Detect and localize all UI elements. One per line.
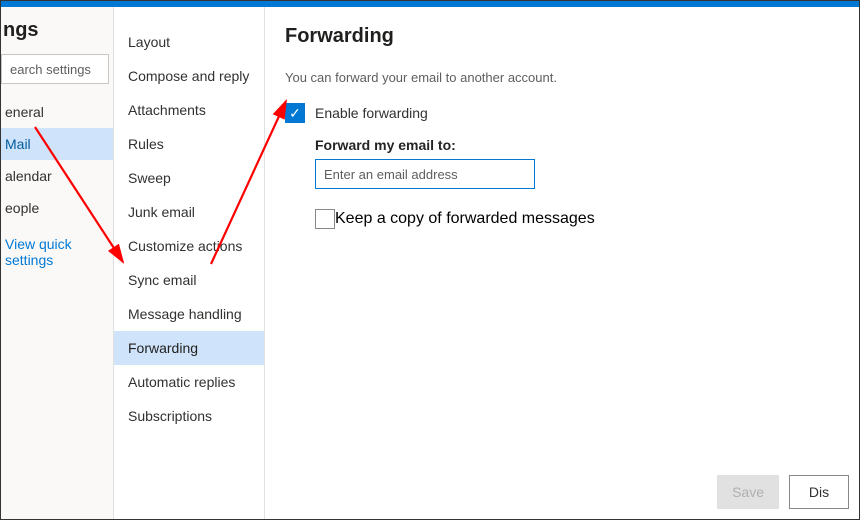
subnav-sweep[interactable]: Sweep	[114, 161, 264, 195]
view-quick-settings-link[interactable]: View quick settings	[1, 228, 113, 276]
save-button: Save	[717, 475, 779, 509]
nav-mail[interactable]: Mail	[1, 128, 113, 160]
forward-to-label: Forward my email to:	[315, 137, 839, 153]
nav-people[interactable]: eople	[1, 192, 113, 224]
subnav-subscriptions[interactable]: Subscriptions	[114, 399, 264, 433]
main-panel: Forwarding You can forward your email to…	[265, 7, 859, 519]
subnav-sync-email[interactable]: Sync email	[114, 263, 264, 297]
subnav-rules[interactable]: Rules	[114, 127, 264, 161]
subnav-junk-email[interactable]: Junk email	[114, 195, 264, 229]
subnav-compose-and-reply[interactable]: Compose and reply	[114, 59, 264, 93]
page-title: Forwarding	[285, 25, 839, 48]
mail-settings-subnav: Layout Compose and reply Attachments Rul…	[114, 7, 265, 519]
nav-general[interactable]: eneral	[1, 96, 113, 128]
forward-to-input[interactable]	[315, 159, 535, 189]
search-settings-container	[1, 54, 109, 84]
subnav-forwarding[interactable]: Forwarding	[114, 331, 264, 365]
settings-title: ngs	[3, 19, 113, 54]
subnav-customize-actions[interactable]: Customize actions	[114, 229, 264, 263]
subnav-automatic-replies[interactable]: Automatic replies	[114, 365, 264, 399]
settings-primary-nav: ngs eneral Mail alendar eople View quick…	[1, 7, 114, 519]
footer-actions: Save Dis	[717, 475, 849, 509]
page-description: You can forward your email to another ac…	[285, 70, 839, 85]
subnav-attachments[interactable]: Attachments	[114, 93, 264, 127]
subnav-message-handling[interactable]: Message handling	[114, 297, 264, 331]
nav-calendar[interactable]: alendar	[1, 160, 113, 192]
keep-copy-checkbox[interactable]	[315, 209, 335, 229]
search-settings-input[interactable]	[1, 54, 109, 84]
enable-forwarding-label: Enable forwarding	[315, 105, 428, 121]
subnav-layout[interactable]: Layout	[114, 25, 264, 59]
keep-copy-label: Keep a copy of forwarded messages	[335, 210, 595, 228]
enable-forwarding-checkbox[interactable]	[285, 103, 305, 123]
discard-button[interactable]: Dis	[789, 475, 849, 509]
